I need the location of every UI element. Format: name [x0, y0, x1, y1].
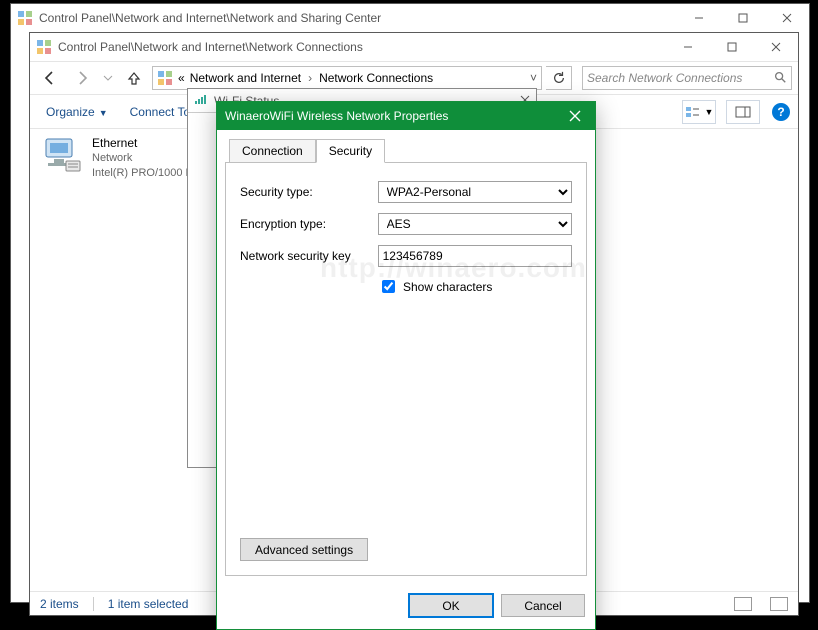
- label-network-key: Network security key: [240, 249, 370, 263]
- address-dropdown[interactable]: ˅: [530, 71, 537, 85]
- nav-recent-dropdown[interactable]: [100, 65, 116, 91]
- dialog-title-text: WinaeroWiFi Wireless Network Properties: [225, 109, 448, 123]
- organize-button[interactable]: Organize▼: [38, 102, 116, 122]
- wifi-icon: [194, 93, 208, 108]
- search-icon: [773, 70, 787, 87]
- title-text: Control Panel\Network and Internet\Netwo…: [58, 40, 363, 54]
- select-encryption-type[interactable]: AES: [378, 213, 572, 235]
- select-security-type[interactable]: WPA2-Personal: [378, 181, 572, 203]
- preview-pane-button[interactable]: [726, 100, 760, 124]
- label-security-type: Security type:: [240, 185, 370, 199]
- tabpanel-security: Security type: WPA2-Personal Encryption …: [225, 162, 587, 576]
- nav-back-button[interactable]: [36, 65, 64, 91]
- chevron-down-icon: ▼: [99, 108, 108, 118]
- status-item-count: 2 items: [40, 597, 79, 611]
- crumb-2[interactable]: Network Connections: [319, 71, 433, 85]
- search-input[interactable]: Search Network Connections: [582, 66, 792, 90]
- dialog-titlebar[interactable]: WinaeroWiFi Wireless Network Properties: [217, 102, 595, 130]
- network-adapter-icon: [40, 135, 84, 175]
- checkbox-show-characters[interactable]: [382, 280, 395, 293]
- status-selected-count: 1 item selected: [108, 597, 189, 611]
- minimize-button[interactable]: [677, 4, 721, 32]
- crumb-1[interactable]: Network and Internet: [190, 71, 301, 85]
- chevron-down-icon: ▼: [705, 107, 714, 117]
- titlebar-sharing-center[interactable]: Control Panel\Network and Internet\Netwo…: [11, 4, 809, 32]
- help-button[interactable]: ?: [772, 103, 790, 121]
- refresh-button[interactable]: [546, 66, 572, 90]
- maximize-button[interactable]: [710, 33, 754, 61]
- dialog-wireless-properties: WinaeroWiFi Wireless Network Properties …: [216, 101, 596, 630]
- close-button[interactable]: [555, 102, 595, 130]
- label-encryption-type: Encryption type:: [240, 217, 370, 231]
- tab-security[interactable]: Security: [316, 139, 385, 163]
- close-button[interactable]: [765, 4, 809, 32]
- item-device: Intel(R) PRO/1000 M: [92, 166, 195, 181]
- ok-button[interactable]: OK: [409, 594, 493, 617]
- item-title: Ethernet: [92, 135, 195, 151]
- item-status: Network: [92, 151, 195, 166]
- maximize-button[interactable]: [721, 4, 765, 32]
- crumb-0[interactable]: «: [178, 71, 185, 85]
- dialog-buttons: OK Cancel: [217, 584, 595, 629]
- label-show-characters: Show characters: [403, 280, 492, 294]
- breadcrumb[interactable]: « Network and Internet › Network Connect…: [152, 66, 542, 90]
- view-options-button[interactable]: ▼: [682, 100, 716, 124]
- tabs: Connection Security: [225, 138, 587, 163]
- control-panel-icon: [36, 39, 52, 55]
- nav-up-button[interactable]: [120, 65, 148, 91]
- control-panel-icon: [157, 70, 173, 86]
- cancel-button[interactable]: Cancel: [501, 594, 585, 617]
- advanced-settings-button[interactable]: Advanced settings: [240, 538, 368, 561]
- titlebar-network-connections[interactable]: Control Panel\Network and Internet\Netwo…: [30, 33, 798, 61]
- input-network-key[interactable]: [378, 245, 572, 267]
- close-button[interactable]: [754, 33, 798, 61]
- search-placeholder: Search Network Connections: [587, 71, 742, 85]
- tab-connection[interactable]: Connection: [229, 139, 316, 163]
- minimize-button[interactable]: [666, 33, 710, 61]
- large-icons-view-button[interactable]: [770, 597, 788, 611]
- chevron-right-icon[interactable]: ›: [306, 71, 314, 85]
- details-view-button[interactable]: [734, 597, 752, 611]
- control-panel-icon: [17, 10, 33, 26]
- nav-forward-button[interactable]: [68, 65, 96, 91]
- title-text: Control Panel\Network and Internet\Netwo…: [39, 11, 381, 25]
